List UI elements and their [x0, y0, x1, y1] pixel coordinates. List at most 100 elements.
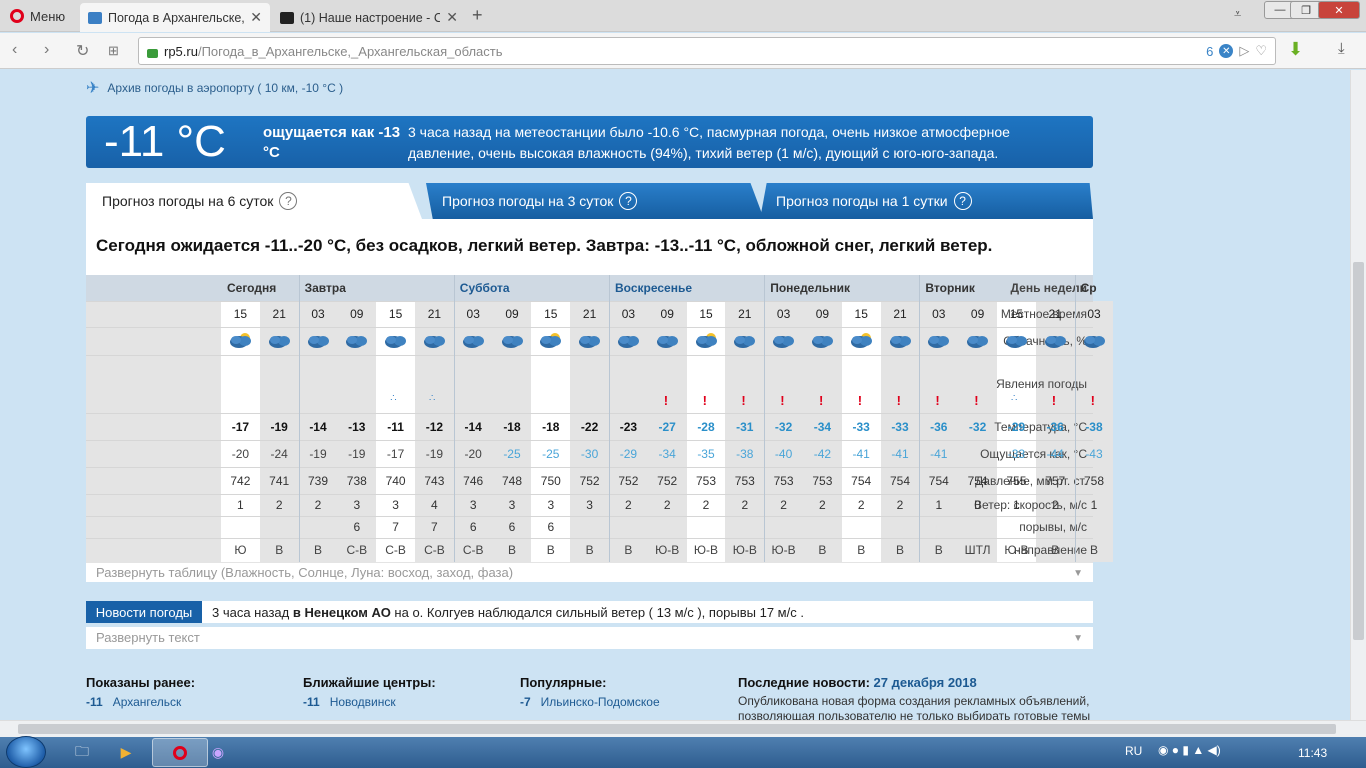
adblock-icon[interactable]: ✕	[1219, 44, 1234, 58]
explorer-icon[interactable]: 🗀	[62, 738, 102, 767]
forward-icon[interactable]: ›	[44, 41, 49, 59]
opera-menu-button[interactable]: Меню	[0, 0, 74, 32]
tab-forecast-3-days[interactable]: Прогноз погоды на 3 суток ?	[426, 183, 764, 219]
bookmark-heart-icon[interactable]: ♡	[1255, 43, 1267, 59]
wind-cell: 2	[741, 498, 749, 512]
back-icon[interactable]: ‹	[12, 41, 17, 59]
url-field[interactable]: rp5.ru/Погода_в_Архангельске,_Архангельс…	[138, 37, 1276, 65]
help-icon[interactable]: ?	[619, 192, 638, 210]
temp-cell: -18	[542, 419, 560, 434]
wind-cell: 1	[935, 498, 943, 512]
help-icon[interactable]: ?	[279, 192, 298, 210]
expand-hint: (Влажность, Солнце, Луна: восход, заход,…	[220, 565, 514, 580]
gust-cell	[958, 516, 997, 538]
pressure-cell: 753	[773, 473, 794, 488]
close-tab-icon[interactable]: ✕	[446, 9, 458, 26]
direction-cell: Ю-В	[1004, 543, 1029, 557]
new-tab-icon[interactable]: +	[472, 5, 483, 26]
tab-label: Прогноз погоды на 6 суток	[102, 193, 274, 209]
wind-cell: 2	[1051, 498, 1059, 512]
temp-cell: -38	[1085, 419, 1103, 434]
address-toolbar: ‹ › ↻ ⊞ rp5.ru/Погода_в_Архангельске,_Ар…	[0, 33, 1366, 69]
popular-link[interactable]: -7 Ильинско-Подомское	[520, 695, 720, 709]
row-divider	[86, 355, 1093, 356]
gust-cell	[1075, 516, 1114, 538]
temp-cell: -14	[309, 419, 327, 434]
cloud-icon	[1082, 331, 1108, 349]
clock[interactable]: 11:43	[1298, 746, 1327, 760]
reload-icon[interactable]: ↻	[76, 41, 89, 61]
nearest-block: Ближайшие центры: -11 Новодвинск	[303, 675, 503, 709]
latest-date[interactable]: 27 декабря 2018	[874, 675, 977, 690]
language-indicator[interactable]: RU	[1125, 744, 1142, 758]
close-window-icon[interactable]: ✕	[1318, 1, 1360, 19]
expand-text-button[interactable]: Развернуть текст ▼	[86, 627, 1093, 649]
cloud-icon	[344, 331, 370, 349]
cloud-icon	[500, 331, 526, 349]
tray-icons[interactable]: ◉ ● ▮ ▲ ◀)	[1158, 743, 1221, 757]
tab-label: Прогноз погоды на 3 суток	[442, 193, 614, 209]
temp-cell: -29	[1007, 419, 1026, 434]
direction-cell: В	[818, 543, 827, 557]
close-tab-icon[interactable]: ✕	[250, 9, 262, 26]
feels-cell: -43	[1085, 446, 1103, 461]
temp-cell: -33	[891, 419, 909, 434]
downloads-icon[interactable]: ⤓	[1338, 40, 1345, 57]
wind-cell: 2	[780, 498, 787, 512]
cloud-icon	[306, 331, 332, 349]
archive-label: Архив погоды в аэропорту ( 10 км, -10 °C…	[107, 81, 344, 95]
direction-cell: В	[1089, 543, 1098, 557]
tab-forecast-1-day[interactable]: Прогноз погоды на 1 сутки ?	[760, 183, 1093, 219]
nearest-link[interactable]: -11 Новодвинск	[303, 695, 503, 709]
vpn-download-icon[interactable]: ⬇	[1288, 39, 1303, 60]
temp-cell: -36	[1046, 419, 1064, 434]
help-icon[interactable]: ?	[953, 192, 972, 210]
feels-cell: -34	[658, 446, 676, 461]
cloud-icon	[383, 331, 409, 349]
tab-title: Погода в Архангельске, А	[108, 10, 245, 25]
airport-archive-link[interactable]: ✈ Архив погоды в аэропорту ( 10 км, -10 …	[86, 78, 343, 98]
time-cell: 03	[776, 307, 791, 321]
adblock-count[interactable]: 6	[1206, 44, 1213, 59]
gust-cell	[842, 516, 881, 538]
direction-cell: В	[507, 543, 516, 557]
time-cell: 03	[466, 307, 480, 321]
feels-cell: -42	[813, 446, 832, 461]
vertical-scrollbar[interactable]	[1350, 70, 1366, 720]
time-cell: 21	[1048, 307, 1062, 321]
feels-cell: -19	[425, 446, 444, 461]
tab-weather[interactable]: Погода в Архангельске, А ✕	[80, 3, 270, 32]
start-button[interactable]	[6, 736, 46, 768]
recent-title: Показаны ранее:	[86, 675, 196, 690]
time-cell: 21	[582, 307, 597, 321]
day-header: Ср	[1080, 281, 1097, 295]
feels-cell: -20	[464, 446, 482, 461]
row-divider	[86, 327, 1093, 328]
tab-forecast-6-days[interactable]: Прогноз погоды на 6 суток ?	[86, 183, 422, 219]
horizontal-scrollbar[interactable]	[0, 720, 1366, 737]
gust-cell	[725, 516, 764, 538]
scroll-thumb[interactable]	[1353, 262, 1364, 640]
scroll-thumb[interactable]	[18, 724, 1336, 734]
time-cell: 15	[544, 307, 558, 321]
gust-cell: 6	[508, 520, 516, 534]
recent-link[interactable]: -11 Архангельск	[86, 695, 286, 709]
expand-table-button[interactable]: Развернуть таблицу (Влажность, Солнце, Л…	[86, 562, 1093, 582]
wind-cell: 2	[819, 498, 826, 512]
current-temp: -11 °C	[104, 117, 226, 166]
speed-dial-icon[interactable]: ⊞	[108, 43, 119, 59]
time-cell: 21	[272, 307, 286, 321]
gust-cell	[260, 516, 299, 538]
day-header: Завтра	[304, 281, 346, 295]
temp-cell: -17	[231, 419, 250, 434]
news-label[interactable]: Новости погоды	[86, 601, 202, 623]
temp-cell: -31	[736, 419, 754, 434]
viber-icon[interactable]: ◉	[198, 738, 238, 767]
tab-mood[interactable]: (1) Наше настроение - Ст ✕	[272, 3, 466, 32]
send-icon[interactable]: ▷	[1239, 43, 1249, 59]
time-cell: 03	[1087, 307, 1101, 321]
media-player-icon[interactable]: ▶	[106, 738, 146, 767]
cloud-icon	[810, 331, 836, 349]
tab-menu-icon[interactable]: ⩡	[1234, 6, 1241, 22]
feels-cell: -17	[386, 446, 405, 461]
